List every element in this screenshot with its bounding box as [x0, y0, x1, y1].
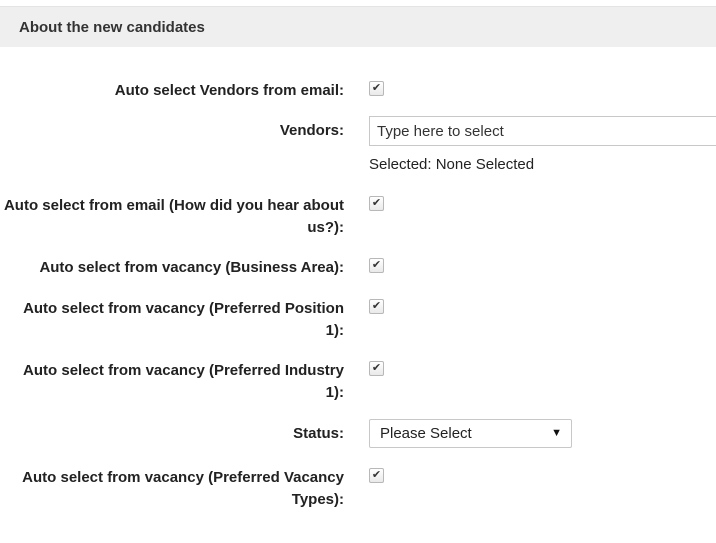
auto-hear-label-line2: us?):	[307, 219, 344, 236]
vendors-selected-text: Selected: None Selected	[369, 156, 535, 173]
section-header: About the new candidates	[0, 6, 716, 47]
check-icon: ✔	[371, 469, 382, 481]
auto-vendors-label: Auto select Vendors from email:	[114, 82, 344, 99]
chevron-down-icon: ▼	[551, 427, 562, 439]
auto-pref-industry-label-line1: Auto select from vacancy (Preferred Indu…	[23, 362, 344, 379]
auto-hear-checkbox[interactable]: ✔	[369, 196, 384, 211]
check-icon: ✔	[371, 259, 382, 271]
auto-pref-vacancy-types-label-line1: Auto select from vacancy (Preferred Vaca…	[22, 469, 344, 486]
auto-pref-industry-label: Auto select from vacancy (Preferred Indu…	[23, 360, 344, 404]
auto-pref-position-checkbox[interactable]: ✔	[369, 299, 384, 314]
auto-hear-label: Auto select from email (How did you hear…	[4, 195, 344, 239]
auto-pref-position-label: Auto select from vacancy (Preferred Posi…	[23, 298, 344, 342]
status-select-value: Please Select	[380, 425, 472, 442]
auto-pref-vacancy-types-label-line2: Types):	[291, 491, 344, 508]
auto-pref-vacancy-types-label: Auto select from vacancy (Preferred Vaca…	[22, 467, 344, 511]
status-select[interactable]: Please Select ▼	[369, 419, 572, 448]
check-icon: ✔	[371, 362, 382, 374]
auto-pref-industry-checkbox[interactable]: ✔	[369, 361, 384, 376]
auto-pref-vacancy-types-checkbox[interactable]: ✔	[369, 468, 384, 483]
check-icon: ✔	[371, 82, 382, 94]
auto-hear-label-line1: Auto select from email (How did you hear…	[3, 197, 344, 214]
auto-business-area-label: Auto select from vacancy (Business Area)…	[39, 259, 344, 276]
status-label: Status:	[293, 425, 344, 442]
auto-pref-industry-label-line2: 1):	[325, 384, 344, 401]
auto-pref-position-label-line2: 1):	[325, 322, 344, 339]
check-icon: ✔	[371, 197, 382, 209]
auto-pref-position-label-line1: Auto select from vacancy (Preferred Posi…	[23, 300, 344, 317]
vendors-label: Vendors:	[279, 122, 344, 139]
auto-vendors-checkbox[interactable]: ✔	[369, 81, 384, 96]
section-title: About the new candidates	[19, 19, 205, 36]
vendors-input[interactable]	[369, 116, 716, 146]
check-icon: ✔	[371, 300, 382, 312]
auto-business-area-checkbox[interactable]: ✔	[369, 258, 384, 273]
